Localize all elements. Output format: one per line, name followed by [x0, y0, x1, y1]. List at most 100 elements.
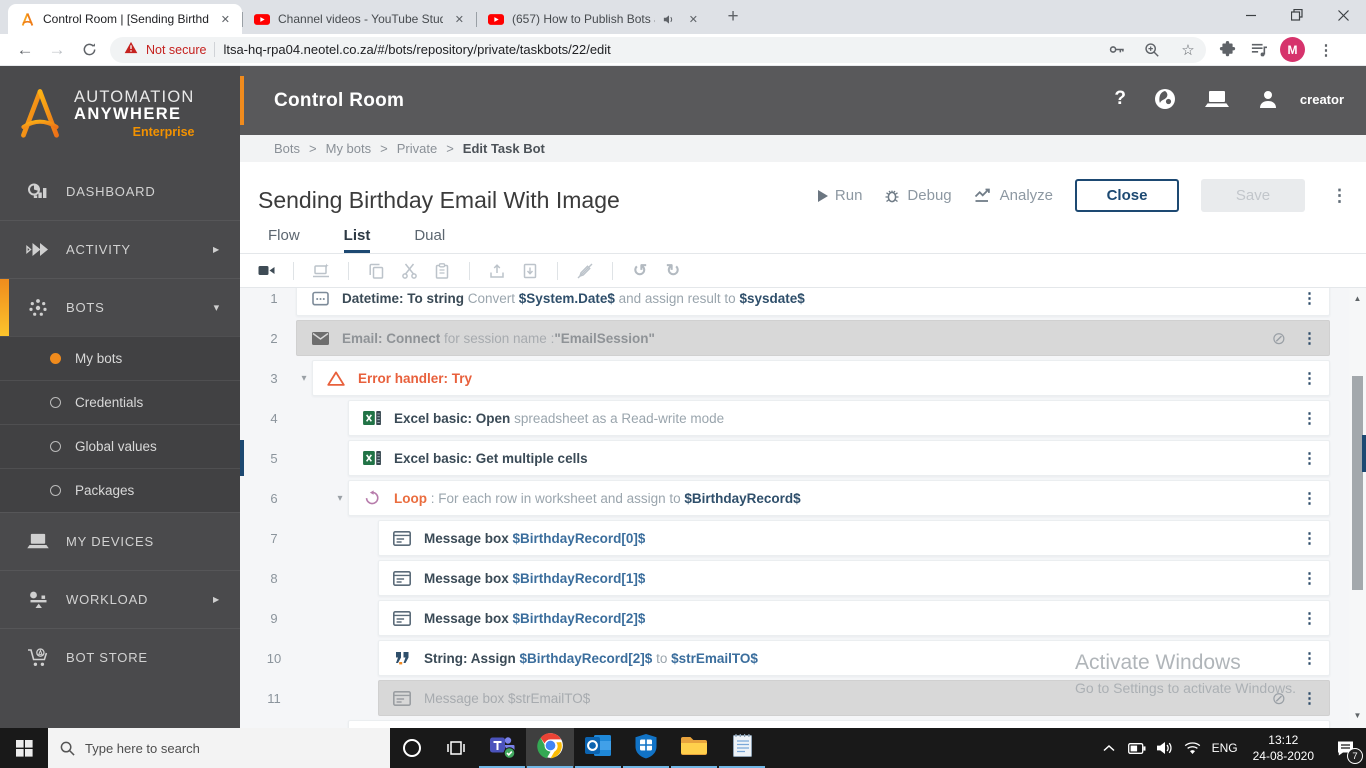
row-menu-icon[interactable]: ⋮ [1302, 651, 1317, 666]
wifi-icon[interactable] [1179, 728, 1207, 768]
restore-button[interactable] [1274, 0, 1320, 30]
cut-icon[interactable] [399, 263, 419, 279]
action-card[interactable]: ⋮ [348, 720, 1330, 728]
debug-button[interactable]: Debug [884, 187, 952, 204]
browser-menu-icon[interactable]: ⋮ [1311, 36, 1341, 64]
scroll-down-icon[interactable]: ▼ [1349, 711, 1366, 720]
taskbar-app-chrome[interactable] [526, 728, 574, 768]
action-card[interactable]: Message box $BirthdayRecord[2]$ ⋮ [378, 600, 1330, 636]
taskbar-app-outlook[interactable] [574, 728, 622, 768]
hidden-icons-chevron[interactable] [1095, 728, 1123, 768]
action-card[interactable]: Message box $strEmailTO$ ⊘ ⋮ [378, 680, 1330, 716]
security-label[interactable]: Not secure [146, 43, 206, 57]
action-card[interactable]: Email: Connect for session name :"EmailS… [296, 320, 1330, 356]
list-row[interactable]: 11 Message box $strEmailTO$ ⊘ ⋮ [252, 680, 1330, 716]
action-card[interactable]: Excel basic: Get multiple cells ⋮ [348, 440, 1330, 476]
reload-icon[interactable] [74, 36, 104, 64]
list-row[interactable]: 6 ▾ Loop : For each row in worksheet and a… [252, 480, 1330, 516]
cortana-icon[interactable] [390, 728, 434, 768]
scrollbar[interactable]: ▲ ▼ [1349, 288, 1366, 728]
taskbar-app-defender[interactable] [622, 728, 670, 768]
list-row[interactable]: 5 Excel basic: Get multiple cells ⋮ [240, 440, 1330, 476]
row-menu-icon[interactable]: ⋮ [1302, 691, 1317, 706]
devices-icon[interactable] [1204, 90, 1230, 109]
row-menu-icon[interactable]: ⋮ [1302, 611, 1317, 626]
sidebar-subitem-packages[interactable]: Packages [0, 468, 240, 512]
row-menu-icon[interactable]: ⋮ [1302, 331, 1317, 346]
language-indicator[interactable]: ENG [1207, 741, 1243, 755]
sidebar-item-activity[interactable]: ACTIVITY ▶ [0, 220, 240, 278]
pen-disabled-icon[interactable] [575, 263, 595, 279]
list-row[interactable]: 3 ▾ Error handler: Try ⋮ [252, 360, 1330, 396]
taskbar-app-explorer[interactable] [670, 728, 718, 768]
list-row[interactable]: 9 Message box $BirthdayRecord[2]$ ⋮ [252, 600, 1330, 636]
tab-close-icon[interactable]: ✕ [685, 11, 702, 28]
tab-close-icon[interactable]: ✕ [217, 11, 234, 28]
taskbar-search[interactable] [48, 728, 390, 768]
action-card[interactable]: Datetime: To string Convert $System.Date… [296, 288, 1330, 316]
action-card[interactable]: Error handler: Try ⋮ [312, 360, 1330, 396]
scrollbar-thumb[interactable] [1352, 376, 1363, 590]
action-card[interactable]: Message box $BirthdayRecord[0]$ ⋮ [378, 520, 1330, 556]
analyze-button[interactable]: Analyze [974, 187, 1053, 204]
breadcrumb-item[interactable]: Bots [274, 141, 300, 156]
browser-tab[interactable]: Channel videos - YouTube Studio ✕ [242, 4, 476, 34]
bookmark-star-icon[interactable]: ☆ [1174, 38, 1202, 62]
row-menu-icon[interactable]: ⋮ [1302, 491, 1317, 506]
list-row[interactable]: 2 Email: Connect for session name :"Email… [252, 320, 1330, 356]
action-card[interactable]: Message box $BirthdayRecord[1]$ ⋮ [378, 560, 1330, 596]
start-button[interactable] [0, 728, 48, 768]
new-tab-button[interactable]: + [720, 4, 746, 30]
battery-icon[interactable] [1123, 728, 1151, 768]
undo-icon[interactable]: ↺ [630, 262, 650, 279]
download-icon[interactable] [520, 263, 540, 279]
row-menu-icon[interactable]: ⋮ [1302, 531, 1317, 546]
globe-icon[interactable] [1154, 88, 1176, 110]
back-icon[interactable]: ← [10, 36, 40, 64]
action-card[interactable]: String: Assign $BirthdayRecord[2]$ to $s… [378, 640, 1330, 676]
task-view-icon[interactable] [434, 728, 478, 768]
sidebar-item-my-devices[interactable]: MY DEVICES [0, 512, 240, 570]
taskbar-app-teams[interactable] [478, 728, 526, 768]
list-row[interactable]: 7 Message box $BirthdayRecord[0]$ ⋮ [252, 520, 1330, 556]
tab-flow[interactable]: Flow [268, 227, 300, 253]
forward-icon[interactable]: → [42, 36, 72, 64]
more-actions-icon[interactable]: ⋮ [1327, 186, 1352, 206]
sidebar-item-bot-store[interactable]: BOT STORE [0, 628, 240, 686]
sidebar-item-bots[interactable]: BOTS ▾ [0, 278, 240, 336]
minimize-button[interactable] [1228, 0, 1274, 30]
url-text[interactable]: ltsa-hq-rpa04.neotel.co.za/#/bots/reposi… [223, 42, 1094, 57]
sidebar-item-workload[interactable]: WORKLOAD ▶ [0, 570, 240, 628]
taskbar-app-notepad[interactable] [718, 728, 766, 768]
action-card[interactable]: Loop : For each row in worksheet and ass… [348, 480, 1330, 516]
run-button[interactable]: Run [817, 187, 862, 204]
list-row[interactable]: 8 Message box $BirthdayRecord[1]$ ⋮ [252, 560, 1330, 596]
capture-icon[interactable] [311, 263, 331, 278]
row-menu-icon[interactable]: ⋮ [1302, 451, 1317, 466]
tab-list[interactable]: List [344, 227, 371, 253]
row-menu-icon[interactable]: ⋮ [1302, 291, 1317, 306]
sidebar-subitem-credentials[interactable]: Credentials [0, 380, 240, 424]
browser-tab[interactable]: Control Room | [Sending Birthda ✕ [8, 4, 242, 34]
collapse-caret-icon[interactable]: ▾ [332, 493, 348, 504]
browser-profile-avatar[interactable]: M [1280, 37, 1305, 62]
notification-center-icon[interactable]: 7 [1324, 728, 1366, 768]
close-window-button[interactable] [1320, 0, 1366, 30]
scroll-up-icon[interactable]: ▲ [1349, 294, 1366, 303]
sidebar-subitem-global-values[interactable]: Global values [0, 424, 240, 468]
zoom-icon[interactable] [1138, 38, 1166, 62]
taskbar-clock[interactable]: 13:12 24-08-2020 [1243, 732, 1324, 764]
tab-close-icon[interactable]: ✕ [451, 11, 468, 28]
password-key-icon[interactable] [1102, 38, 1130, 62]
list-row[interactable]: 1 Datetime: To string Convert $System.Dat… [252, 288, 1330, 316]
playlist-extension-icon[interactable] [1244, 36, 1274, 64]
redo-icon[interactable]: ↻ [663, 262, 683, 279]
sidebar-subitem-my-bots[interactable]: My bots [0, 336, 240, 380]
breadcrumb-item[interactable]: Private [397, 141, 437, 156]
extensions-puzzle-icon[interactable] [1212, 36, 1242, 64]
browser-tab[interactable]: (657) How to Publish Bots an ✕ [476, 4, 710, 34]
volume-icon[interactable] [1151, 728, 1179, 768]
action-card[interactable]: Excel basic: Open spreadsheet as a Read-… [348, 400, 1330, 436]
paste-icon[interactable] [432, 262, 452, 279]
breadcrumb-item[interactable]: My bots [326, 141, 372, 156]
